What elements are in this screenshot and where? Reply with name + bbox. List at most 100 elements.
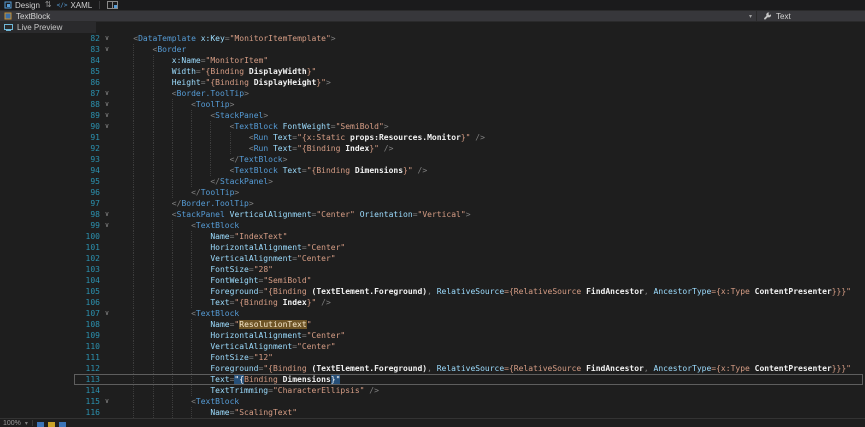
- code-line[interactable]: 113Text="{Binding Dimensions}": [0, 374, 865, 385]
- code-text: <Border: [114, 44, 865, 55]
- design-view-icon: [4, 1, 12, 9]
- status-icon-blue[interactable]: [37, 422, 44, 427]
- fold-gutter: [100, 231, 114, 242]
- code-text: <Run Text="{x:Static props:Resources.Mon…: [114, 132, 865, 143]
- code-text: <TextBlock: [114, 308, 865, 319]
- fold-chevron-icon[interactable]: ∨: [100, 99, 114, 110]
- code-line[interactable]: 87∨<Border.ToolTip>: [0, 88, 865, 99]
- fold-chevron-icon[interactable]: ∨: [100, 33, 114, 44]
- code-line[interactable]: 110 VerticalAlignment="Center": [0, 341, 865, 352]
- code-text: <Border.ToolTip>: [114, 88, 865, 99]
- line-number: 84: [0, 55, 100, 66]
- element-icon: [4, 12, 12, 20]
- fold-gutter: [100, 330, 114, 341]
- fold-gutter: [100, 275, 114, 286]
- code-text: <StackPanel VerticalAlignment="Center" O…: [114, 209, 865, 220]
- fold-chevron-icon[interactable]: ∨: [100, 44, 114, 55]
- code-line[interactable]: 94<TextBlock Text="{Binding Dimensions}"…: [0, 165, 865, 176]
- code-text: HorizontalAlignment="Center": [114, 242, 865, 253]
- fold-gutter: [100, 253, 114, 264]
- status-icon-blue-2[interactable]: [59, 422, 66, 427]
- code-line[interactable]: 106Text="{Binding Index}" />: [0, 297, 865, 308]
- code-line[interactable]: 92<Run Text="{Binding Index}" />: [0, 143, 865, 154]
- code-area[interactable]: 82∨<DataTemplate x:Key="MonitorItemTempl…: [0, 33, 865, 418]
- fold-gutter: [100, 363, 114, 374]
- code-line[interactable]: 84x:Name="MonitorItem": [0, 55, 865, 66]
- code-line[interactable]: 96</ToolTip>: [0, 187, 865, 198]
- fold-chevron-icon[interactable]: ∨: [100, 209, 114, 220]
- code-line[interactable]: 114TextTrimming="CharacterEllipsis" />: [0, 385, 865, 396]
- code-line[interactable]: 95</StackPanel>: [0, 176, 865, 187]
- line-number: 109: [0, 330, 100, 341]
- code-line[interactable]: 107∨<TextBlock: [0, 308, 865, 319]
- swap-panes-icon[interactable]: ⇅: [45, 1, 52, 9]
- xaml-view-button[interactable]: </> XAML: [57, 1, 93, 10]
- code-line[interactable]: 101HorizontalAlignment="Center": [0, 242, 865, 253]
- code-line[interactable]: 115∨<TextBlock: [0, 396, 865, 407]
- code-text: HorizontalAlignment="Center": [114, 330, 865, 341]
- line-number: 86: [0, 77, 100, 88]
- fold-chevron-icon[interactable]: ∨: [100, 308, 114, 319]
- split-view-icon[interactable]: [107, 1, 118, 9]
- status-icon-yellow[interactable]: [48, 422, 55, 427]
- property-combobox[interactable]: Text: [757, 11, 865, 21]
- xaml-view-label: XAML: [70, 1, 92, 10]
- designer-toolbar: Design ⇅ </> XAML: [0, 0, 865, 11]
- fold-gutter: [100, 154, 114, 165]
- fold-chevron-icon[interactable]: ∨: [100, 110, 114, 121]
- code-line[interactable]: 88∨<ToolTip>: [0, 99, 865, 110]
- code-text: <Run Text="{Binding Index}" />: [114, 143, 865, 154]
- code-line[interactable]: 108Name="ResolutionText": [0, 319, 865, 330]
- code-line[interactable]: 116Name="ScalingText": [0, 407, 865, 418]
- code-text: Width="{Binding DisplayWidth}": [114, 66, 865, 77]
- code-text: Name="ScalingText": [114, 407, 865, 418]
- line-number: 106: [0, 297, 100, 308]
- code-line[interactable]: 104FontWeight="SemiBold": [0, 275, 865, 286]
- code-line[interactable]: 100Name="IndexText": [0, 231, 865, 242]
- fold-gutter: [100, 385, 114, 396]
- code-line[interactable]: 90∨<TextBlock FontWeight="SemiBold">: [0, 121, 865, 132]
- code-line[interactable]: 98∨<StackPanel VerticalAlignment="Center…: [0, 209, 865, 220]
- line-number: 98: [0, 209, 100, 220]
- code-line[interactable]: 99∨<TextBlock: [0, 220, 865, 231]
- line-number: 89: [0, 110, 100, 121]
- design-view-button[interactable]: Design: [4, 1, 40, 10]
- line-number: 87: [0, 88, 100, 99]
- code-line[interactable]: 109 HorizontalAlignment="Center": [0, 330, 865, 341]
- code-text: Height="{Binding DisplayHeight}">: [114, 77, 865, 88]
- fold-gutter: [100, 286, 114, 297]
- line-number: 110: [0, 341, 100, 352]
- line-number: 82: [0, 33, 100, 44]
- code-line[interactable]: 91<Run Text="{x:Static props:Resources.M…: [0, 132, 865, 143]
- code-line[interactable]: 82∨<DataTemplate x:Key="MonitorItemTempl…: [0, 33, 865, 44]
- property-combobox-value: Text: [776, 12, 791, 21]
- chevron-down-icon[interactable]: ▾: [749, 13, 752, 20]
- code-text: </Border.ToolTip>: [114, 198, 865, 209]
- code-line[interactable]: 97</Border.ToolTip>: [0, 198, 865, 209]
- fold-chevron-icon[interactable]: ∨: [100, 220, 114, 231]
- code-line[interactable]: 86 Height="{Binding DisplayHeight}">: [0, 77, 865, 88]
- line-number: 104: [0, 275, 100, 286]
- code-line[interactable]: 93</TextBlock>: [0, 154, 865, 165]
- fold-gutter: [100, 352, 114, 363]
- code-line[interactable]: 83∨<Border: [0, 44, 865, 55]
- fold-chevron-icon[interactable]: ∨: [100, 88, 114, 99]
- code-line[interactable]: 85Width="{Binding DisplayWidth}": [0, 66, 865, 77]
- code-line[interactable]: 89∨<StackPanel>: [0, 110, 865, 121]
- xaml-view-icon: </>: [57, 2, 68, 9]
- code-text: VerticalAlignment="Center": [114, 341, 865, 352]
- fold-chevron-icon[interactable]: ∨: [100, 396, 114, 407]
- live-preview-button[interactable]: Live Preview: [0, 22, 96, 33]
- code-text: FontSize="12": [114, 352, 865, 363]
- code-line[interactable]: 111FontSize="12": [0, 352, 865, 363]
- zoom-chevron-icon[interactable]: ▾: [25, 420, 28, 427]
- zoom-level[interactable]: 100%: [3, 420, 21, 427]
- code-line[interactable]: 112Foreground="{Binding (TextElement.For…: [0, 363, 865, 374]
- code-line[interactable]: 103FontSize="28": [0, 264, 865, 275]
- fold-chevron-icon[interactable]: ∨: [100, 121, 114, 132]
- code-line[interactable]: 102VerticalAlignment="Center": [0, 253, 865, 264]
- element-combobox[interactable]: TextBlock ▾: [0, 11, 757, 21]
- code-text: Foreground="{Binding (TextElement.Foregr…: [114, 363, 865, 374]
- toolbar-divider: [99, 1, 100, 9]
- code-line[interactable]: 105Foreground="{Binding (TextElement.For…: [0, 286, 865, 297]
